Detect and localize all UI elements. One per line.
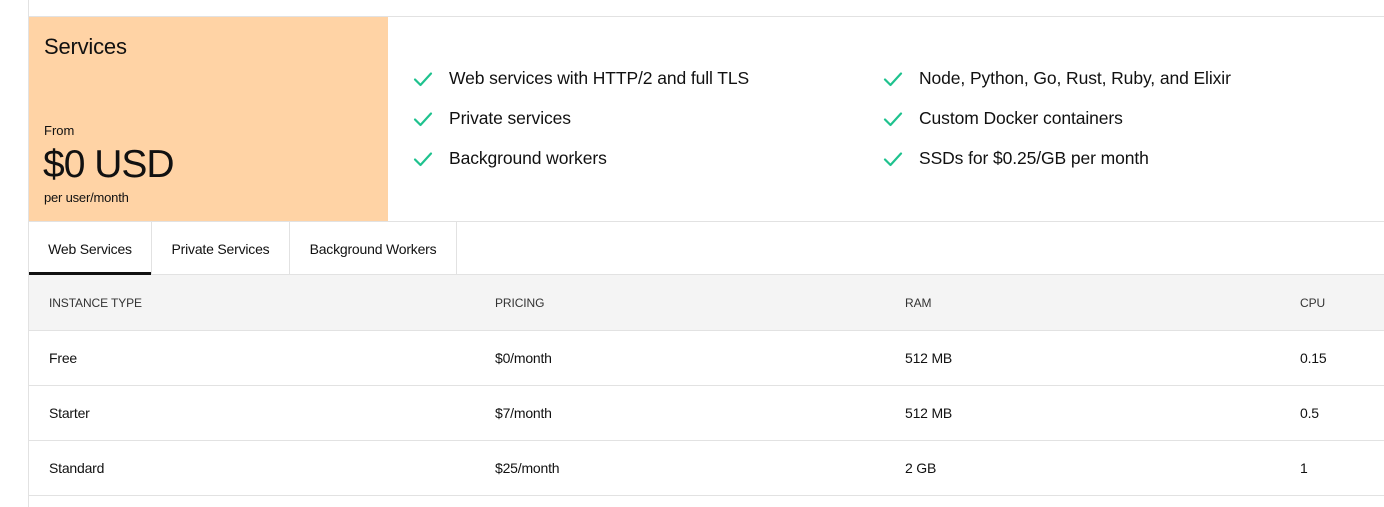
cpu-cell: 0.15 [1300,350,1327,366]
table-row: Starter $7/month 512 MB 0.5 [29,386,1384,441]
service-tabs: Web Services Private Services Background… [29,222,1384,275]
check-icon [413,71,433,87]
column-header-ram: RAM [905,295,932,310]
plan-card: Services From $0 USD per user/month [29,17,388,221]
feature-item: Custom Docker containers [883,108,1123,129]
feature-label: Custom Docker containers [919,108,1123,128]
feature-item: Web services with HTTP/2 and full TLS [413,68,749,89]
cpu-cell: 0.5 [1300,405,1319,421]
table-header: INSTANCE TYPE PRICING RAM CPU [29,275,1384,331]
plan-from-label: From [44,123,75,138]
feature-item: SSDs for $0.25/GB per month [883,148,1149,169]
feature-item: Node, Python, Go, Rust, Ruby, and Elixir [883,68,1231,89]
check-icon [883,151,903,167]
instance-type-cell: Starter [49,405,90,421]
check-icon [413,151,433,167]
feature-label: Node, Python, Go, Rust, Ruby, and Elixir [919,68,1231,88]
top-divider [29,0,1384,17]
check-icon [413,111,433,127]
pricing-cell: $0/month [495,350,552,366]
ram-cell: 512 MB [905,350,953,366]
column-header-cpu: CPU [1300,295,1326,310]
pricing-section: Services From $0 USD per user/month Web … [28,0,1384,507]
pricing-cell: $7/month [495,405,552,421]
instance-type-cell: Standard [49,460,105,476]
check-icon [883,71,903,87]
instance-type-cell: Free [49,350,77,366]
table-row: Free $0/month 512 MB 0.15 [29,331,1384,386]
plan-price-unit: per user/month [44,190,129,205]
plan-title: Services [44,34,127,59]
ram-cell: 2 GB [905,460,937,476]
feature-label: Background workers [449,148,607,168]
check-icon [883,111,903,127]
column-header-pricing: PRICING [495,295,545,310]
tab-web-services[interactable]: Web Services [29,222,152,275]
feature-label: SSDs for $0.25/GB per month [919,148,1149,168]
tab-background-workers[interactable]: Background Workers [290,222,457,275]
plan-price: $0 USD [43,143,175,186]
plan-row: Services From $0 USD per user/month Web … [29,17,1384,222]
column-header-instance-type: INSTANCE TYPE [49,295,142,310]
feature-item: Private services [413,108,571,129]
feature-item: Background workers [413,148,607,169]
table-row: Standard $25/month 2 GB 1 [29,441,1384,496]
pricing-cell: $25/month [495,460,560,476]
ram-cell: 512 MB [905,405,953,421]
feature-label: Private services [449,108,571,128]
feature-label: Web services with HTTP/2 and full TLS [449,68,750,88]
feature-list: Web services with HTTP/2 and full TLS Pr… [388,17,1384,221]
cpu-cell: 1 [1300,460,1308,476]
tab-private-services[interactable]: Private Services [152,222,290,275]
